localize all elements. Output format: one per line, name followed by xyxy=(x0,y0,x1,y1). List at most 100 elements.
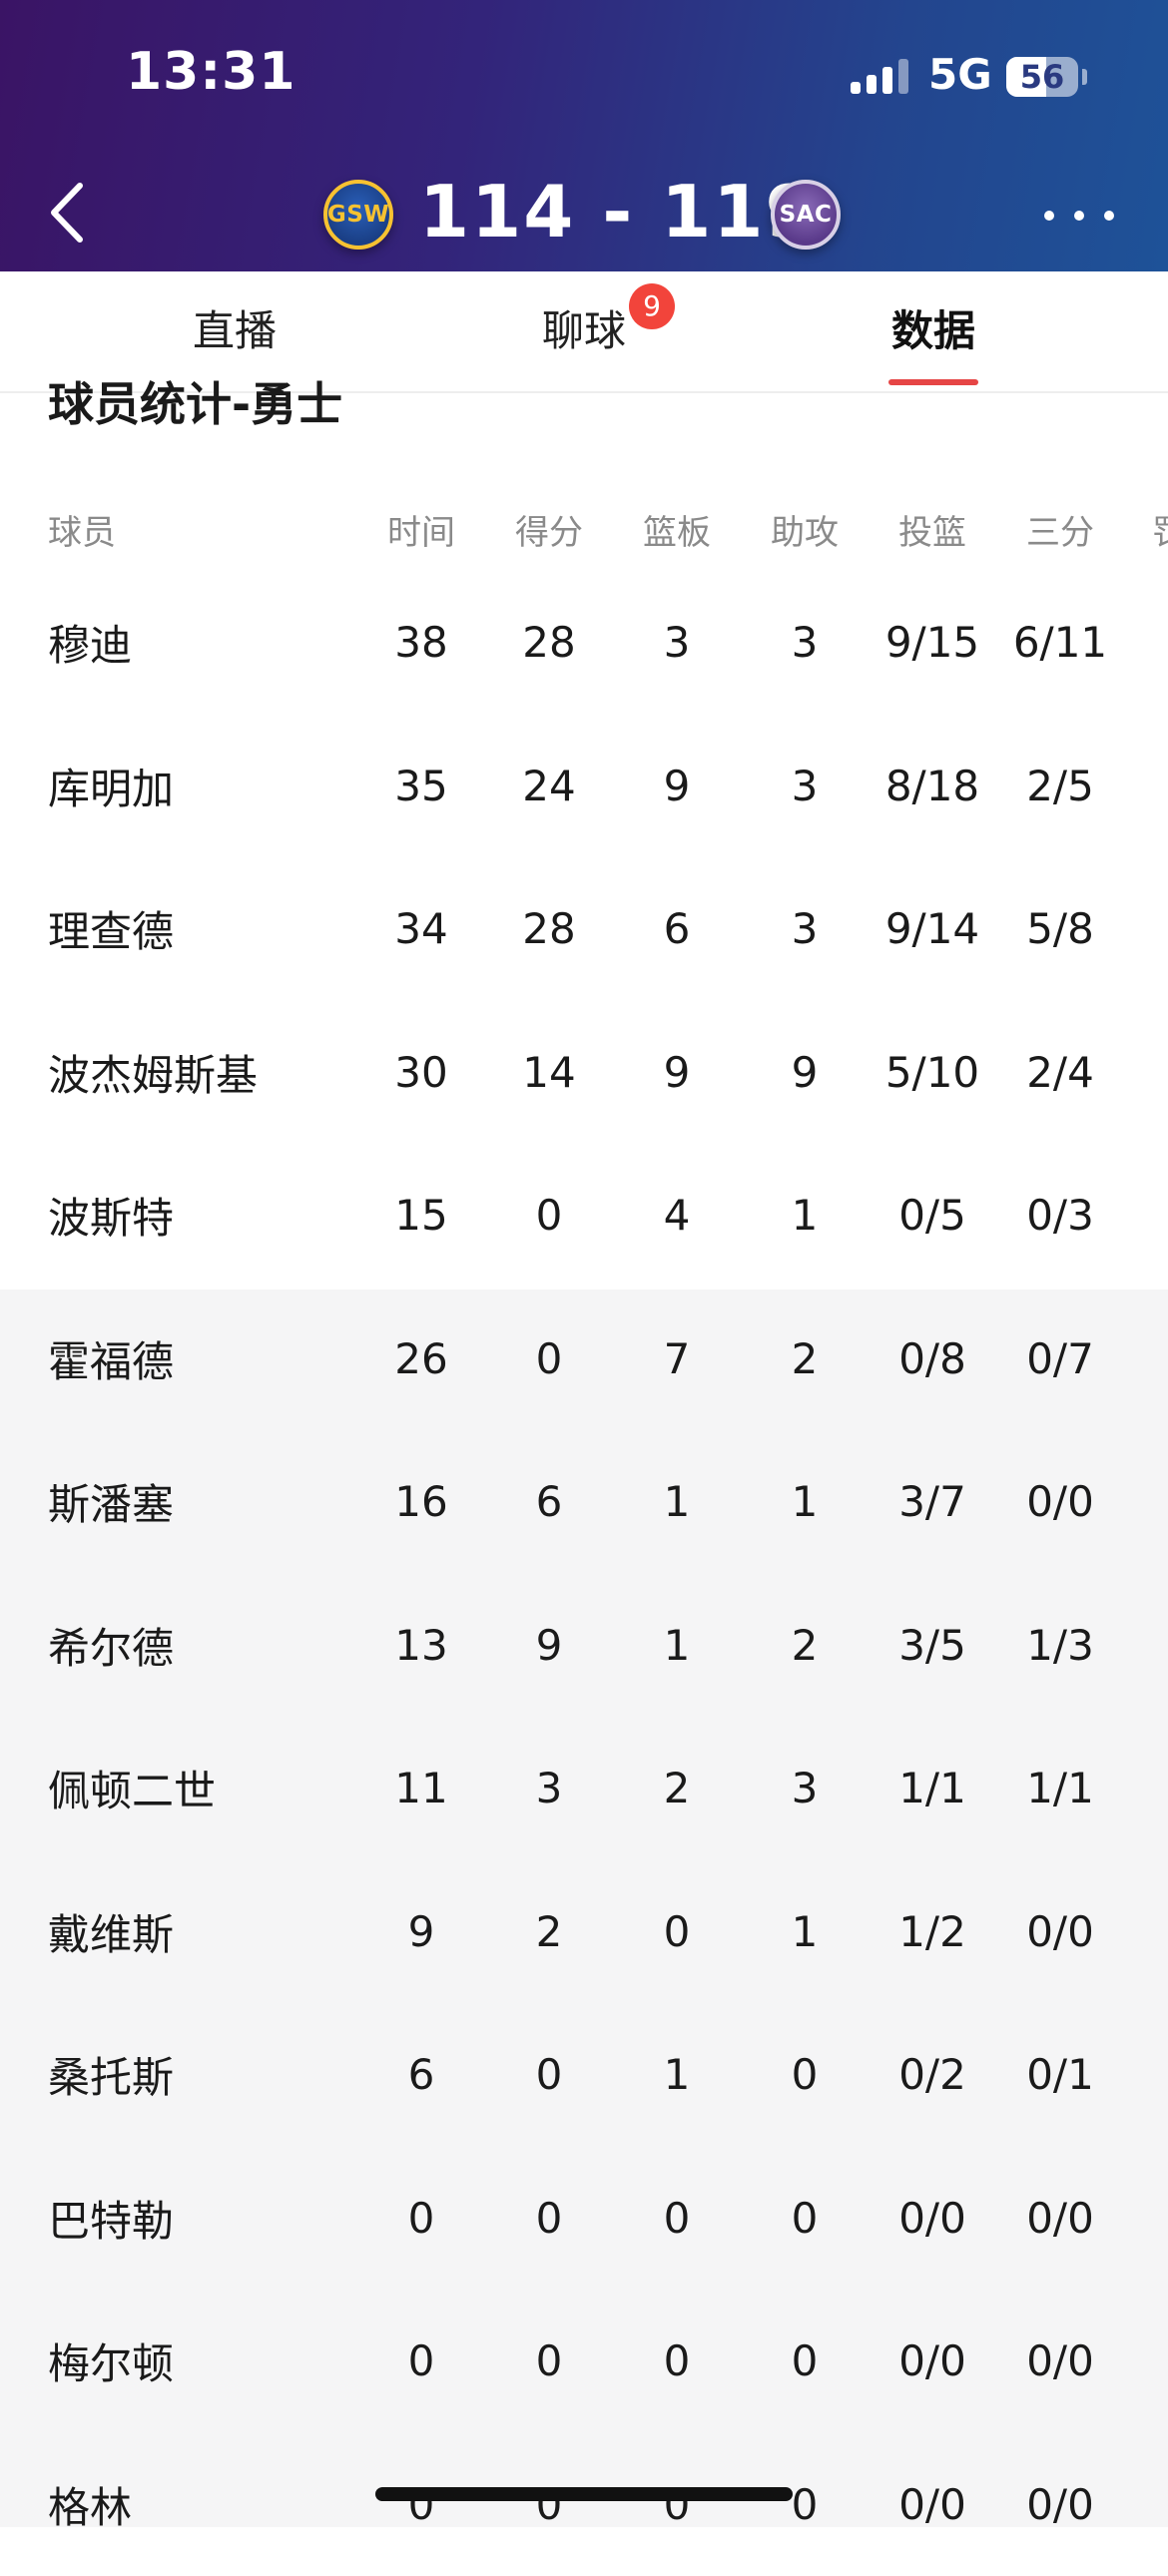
cell-minutes: 26 xyxy=(365,1288,477,1431)
chat-unread-badge: 9 xyxy=(629,283,675,329)
cell-free-throws: 0 xyxy=(1152,1430,1168,1574)
tab-bar: 直播 聊球 9 数据 xyxy=(0,271,1168,393)
cell-points: 0 xyxy=(493,2290,605,2433)
game-header: 13:31 5G 56 GSW 114 - 119 SAC xyxy=(0,0,1168,271)
network-type: 5G xyxy=(928,50,992,99)
player-row[interactable]: 桑托斯60100/20/10 xyxy=(0,2003,1168,2147)
tab-live[interactable]: 直播 xyxy=(180,271,290,391)
cell-minutes: 13 xyxy=(365,1574,477,1718)
cell-points: 0 xyxy=(493,1288,605,1431)
cell-minutes: 9 xyxy=(365,1860,477,2004)
cell-field-goals: 0/8 xyxy=(876,1288,988,1431)
column-header-minutes: 时间 xyxy=(365,495,477,571)
cell-three-pointers: 5/8 xyxy=(1004,857,1116,1001)
player-row[interactable]: 波斯特150410/50/30 xyxy=(0,1144,1168,1288)
player-row[interactable]: 斯潘塞166113/70/00 xyxy=(0,1430,1168,1574)
cell-points: 0 xyxy=(493,2147,605,2291)
cell-field-goals: 0/0 xyxy=(876,2433,988,2576)
cell-free-throws: 0 xyxy=(1152,1860,1168,2004)
cell-player-name: 希尔德 xyxy=(48,1574,174,1718)
cell-player-name: 巴特勒 xyxy=(48,2147,174,2291)
cell-player-name: 斯潘塞 xyxy=(48,1430,174,1574)
tab-chat[interactable]: 聊球 xyxy=(529,271,639,391)
cell-player-name: 佩顿二世 xyxy=(48,1717,216,1860)
player-row[interactable]: 希尔德139123/51/32 xyxy=(0,1574,1168,1718)
stats-table-header: 球员 时间 得分 篮板 助攻 投篮 三分 罚 xyxy=(0,495,1168,571)
column-header-field-goals: 投篮 xyxy=(876,495,988,571)
more-dot-icon xyxy=(1044,211,1054,221)
cell-three-pointers: 0/0 xyxy=(1004,1430,1116,1574)
cell-rebounds: 3 xyxy=(621,571,733,715)
cell-field-goals: 1/1 xyxy=(876,1717,988,1860)
tab-data[interactable]: 数据 xyxy=(878,271,988,391)
cell-three-pointers: 0/1 xyxy=(1004,2003,1116,2147)
cell-three-pointers: 1/1 xyxy=(1004,1717,1116,1860)
cell-player-name: 波斯特 xyxy=(48,1144,174,1288)
cell-rebounds: 0 xyxy=(621,2147,733,2291)
cell-minutes: 0 xyxy=(365,2147,477,2291)
cell-assists: 3 xyxy=(749,571,861,715)
cell-rebounds: 9 xyxy=(621,715,733,858)
cell-minutes: 11 xyxy=(365,1717,477,1860)
player-row[interactable]: 霍福德260720/80/70 xyxy=(0,1288,1168,1431)
player-row[interactable]: 戴维斯92011/20/00 xyxy=(0,1860,1168,2004)
cell-minutes: 16 xyxy=(365,1430,477,1574)
player-row[interactable]: 穆迪3828339/156/114 xyxy=(0,571,1168,715)
cell-assists: 1 xyxy=(749,1430,861,1574)
cell-player-name: 穆迪 xyxy=(48,571,132,715)
more-dot-icon xyxy=(1074,211,1084,221)
cell-three-pointers: 1/3 xyxy=(1004,1574,1116,1718)
cell-assists: 1 xyxy=(749,1144,861,1288)
player-row[interactable]: 佩顿二世113231/11/10 xyxy=(0,1717,1168,1860)
player-row[interactable]: 巴特勒00000/00/00 xyxy=(0,2147,1168,2291)
home-indicator[interactable] xyxy=(375,2487,793,2501)
cell-three-pointers: 0/7 xyxy=(1004,1288,1116,1431)
player-row[interactable]: 库明加3524938/182/56 xyxy=(0,715,1168,858)
cell-free-throws: 0 xyxy=(1152,2147,1168,2291)
cell-assists: 3 xyxy=(749,1717,861,1860)
cell-field-goals: 9/14 xyxy=(876,857,988,1001)
cell-minutes: 38 xyxy=(365,571,477,715)
cell-points: 0 xyxy=(493,1144,605,1288)
cell-points: 24 xyxy=(493,715,605,858)
cell-points: 2 xyxy=(493,1860,605,2004)
cell-three-pointers: 0/0 xyxy=(1004,2290,1116,2433)
section-title: 球员统计-勇士 xyxy=(48,379,342,429)
home-team-logo[interactable]: GSW xyxy=(323,180,393,250)
cell-free-throws: 4 xyxy=(1152,571,1168,715)
cell-assists: 1 xyxy=(749,1860,861,2004)
cell-field-goals: 0/2 xyxy=(876,2003,988,2147)
cell-free-throws: 6 xyxy=(1152,715,1168,858)
cell-minutes: 34 xyxy=(365,857,477,1001)
more-options-button[interactable] xyxy=(1044,196,1114,236)
cell-rebounds: 7 xyxy=(621,1288,733,1431)
away-team-logo[interactable]: SAC xyxy=(771,180,841,250)
cell-free-throws: 0 xyxy=(1152,2290,1168,2433)
cell-rebounds: 1 xyxy=(621,2003,733,2147)
cell-rebounds: 6 xyxy=(621,857,733,1001)
cell-player-name: 格林 xyxy=(48,2433,132,2576)
player-row[interactable]: 格林00000/00/00 xyxy=(0,2433,1168,2576)
cell-free-throws: 2 xyxy=(1152,1001,1168,1145)
cell-rebounds: 1 xyxy=(621,1574,733,1718)
player-row[interactable]: 梅尔顿00000/00/00 xyxy=(0,2290,1168,2433)
cell-player-name: 戴维斯 xyxy=(48,1860,174,2004)
cell-player-name: 梅尔顿 xyxy=(48,2290,174,2433)
cell-points: 0 xyxy=(493,2433,605,2576)
cell-free-throws: 0 xyxy=(1152,1144,1168,1288)
cell-field-goals: 9/15 xyxy=(876,571,988,715)
column-header-points: 得分 xyxy=(493,495,605,571)
cell-player-name: 波杰姆斯基 xyxy=(48,1001,258,1145)
player-row[interactable]: 波杰姆斯基3014995/102/42 xyxy=(0,1001,1168,1145)
cell-field-goals: 5/10 xyxy=(876,1001,988,1145)
cell-rebounds: 2 xyxy=(621,1717,733,1860)
cell-points: 9 xyxy=(493,1574,605,1718)
back-button[interactable] xyxy=(44,178,94,248)
cell-free-throws: 0 xyxy=(1152,2433,1168,2576)
cell-field-goals: 0/0 xyxy=(876,2147,988,2291)
player-row[interactable]: 理查德3428639/145/85 xyxy=(0,857,1168,1001)
cell-player-name: 霍福德 xyxy=(48,1288,174,1431)
cell-assists: 9 xyxy=(749,1001,861,1145)
more-dot-icon xyxy=(1104,211,1114,221)
cell-rebounds: 4 xyxy=(621,1144,733,1288)
